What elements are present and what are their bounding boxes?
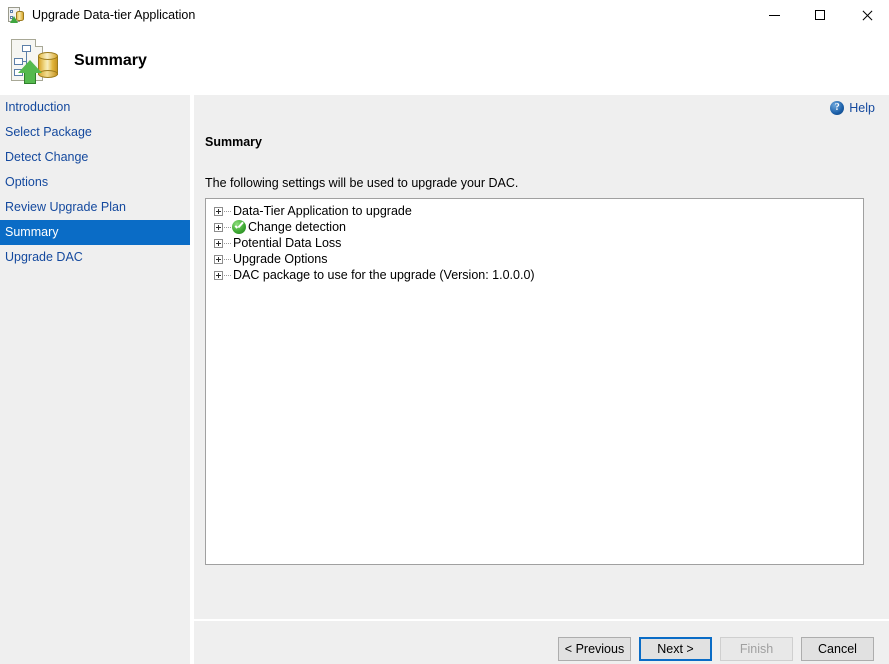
sidebar-item-review-upgrade-plan[interactable]: Review Upgrade Plan — [0, 195, 190, 220]
next-button[interactable]: Next > — [639, 637, 712, 661]
help-circle-icon: ? — [830, 101, 845, 115]
main-content-panel: ? Help Summary The following settings wi… — [194, 95, 889, 619]
tree-row[interactable]: Potential Data Loss — [206, 235, 863, 251]
tree-connector-icon — [224, 258, 231, 260]
previous-button[interactable]: < Previous — [558, 637, 631, 661]
tree-connector-icon — [224, 274, 231, 276]
tree-node-label: Data-Tier Application to upgrade — [233, 204, 412, 218]
page-banner: Summary — [0, 30, 889, 91]
success-check-icon — [232, 220, 246, 234]
wizard-steps-sidebar: Introduction Select Package Detect Chang… — [0, 95, 190, 664]
window-controls — [751, 0, 889, 30]
tree-row[interactable]: Upgrade Options — [206, 251, 863, 267]
expand-plus-icon[interactable] — [214, 254, 223, 264]
tree-node-label: Potential Data Loss — [233, 236, 342, 250]
close-icon — [861, 10, 872, 21]
sidebar-item-select-package[interactable]: Select Package — [0, 120, 190, 145]
tree-row[interactable]: DAC package to use for the upgrade (Vers… — [206, 267, 863, 283]
dac-upgrade-large-icon — [10, 38, 58, 84]
tree-connector-icon — [224, 242, 231, 244]
summary-tree-view[interactable]: Data-Tier Application to upgrade Change … — [205, 198, 864, 565]
expand-plus-icon[interactable] — [214, 222, 223, 232]
sidebar-item-options[interactable]: Options — [0, 170, 190, 195]
maximize-button[interactable] — [797, 0, 843, 30]
sidebar-item-detect-change[interactable]: Detect Change — [0, 145, 190, 170]
sidebar-item-introduction[interactable]: Introduction — [0, 95, 190, 120]
tree-node-label: Upgrade Options — [233, 252, 328, 266]
dac-upgrade-icon — [8, 7, 24, 23]
section-description: The following settings will be used to u… — [205, 176, 519, 190]
window-title: Upgrade Data-tier Application — [32, 8, 196, 22]
section-title: Summary — [205, 135, 262, 149]
window-title-bar: Upgrade Data-tier Application — [0, 0, 889, 30]
finish-button: Finish — [720, 637, 793, 661]
tree-row[interactable]: Change detection — [206, 219, 863, 235]
sidebar-item-summary[interactable]: Summary — [0, 220, 190, 245]
page-title: Summary — [74, 51, 147, 69]
close-button[interactable] — [843, 0, 889, 30]
tree-connector-icon — [224, 226, 231, 228]
tree-connector-icon — [224, 210, 231, 212]
wizard-button-row: < Previous Next > Finish Cancel — [558, 637, 874, 661]
expand-plus-icon[interactable] — [214, 270, 223, 280]
cancel-button[interactable]: Cancel — [801, 637, 874, 661]
wizard-footer: < Previous Next > Finish Cancel — [194, 621, 889, 664]
maximize-icon — [815, 10, 825, 20]
tree-node-label: Change detection — [248, 220, 346, 234]
expand-plus-icon[interactable] — [214, 238, 223, 248]
tree-row[interactable]: Data-Tier Application to upgrade — [206, 203, 863, 219]
minimize-button[interactable] — [751, 0, 797, 30]
tree-node-label: DAC package to use for the upgrade (Vers… — [233, 268, 535, 282]
expand-plus-icon[interactable] — [214, 206, 223, 216]
minimize-icon — [768, 14, 780, 16]
help-link[interactable]: ? Help — [830, 99, 875, 117]
help-label: Help — [849, 101, 875, 115]
sidebar-item-upgrade-dac[interactable]: Upgrade DAC — [0, 245, 190, 270]
